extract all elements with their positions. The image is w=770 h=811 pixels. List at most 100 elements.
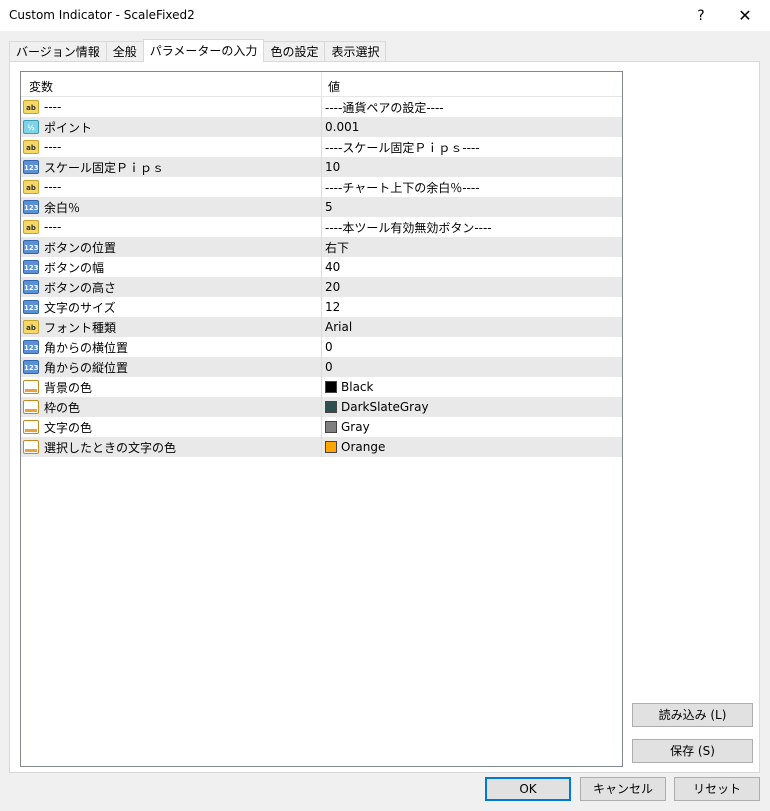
value-cell[interactable]: Orange [321,437,622,457]
variable-value: 0 [325,360,333,374]
table-row[interactable]: ab ---- ----スケール固定Ｐｉｐｓ---- [21,137,622,157]
variable-name: スケール固定Ｐｉｐｓ [44,160,165,175]
title-bar: Custom Indicator - ScaleFixed2 ? ✕ [0,0,770,32]
variable-cell[interactable]: 文字の色 [21,417,321,437]
integer-icon: 123 [23,360,39,374]
column-header-variable[interactable]: 変数 [29,78,53,95]
variable-cell[interactable]: ab フォント種類 [21,317,321,337]
variable-cell[interactable]: 背景の色 [21,377,321,397]
string-icon: ab [23,140,39,154]
table-row[interactable]: ab ---- ----チャート上下の余白％---- [21,177,622,197]
table-row[interactable]: ab ---- ----本ツール有効無効ボタン---- [21,217,622,237]
tab-visualization[interactable]: 表示選択 [324,41,387,62]
color-swatch [325,401,337,413]
tab-input-parameters[interactable]: パラメーターの入力 [142,39,265,62]
variable-name: ポイント [44,120,93,135]
value-cell[interactable]: 0 [321,337,622,357]
value-cell[interactable]: 0 [321,357,622,377]
variable-name: 角からの横位置 [44,340,129,355]
table-row[interactable]: 123 角からの縦位置 0 [21,357,622,377]
variable-value: 40 [325,260,341,274]
table-row[interactable]: 123 角からの横位置 0 [21,337,622,357]
variable-name: ボタンの位置 [44,240,117,255]
value-cell[interactable]: ----本ツール有効無効ボタン---- [321,217,622,237]
save-button[interactable]: 保存 (S) [632,739,753,763]
variable-cell[interactable]: 枠の色 [21,397,321,417]
value-cell[interactable]: 10 [321,157,622,177]
load-button[interactable]: 読み込み (L) [632,703,753,727]
variable-cell[interactable]: ab ---- [21,217,321,237]
variable-cell[interactable]: 123 角からの横位置 [21,337,321,357]
ok-button[interactable]: OK [485,777,571,801]
table-row[interactable]: 枠の色 DarkSlateGray [21,397,622,417]
column-divider[interactable] [321,72,322,96]
table-row[interactable]: ab ---- ----通貨ペアの設定---- [21,97,622,117]
grid-rows: ab ---- ----通貨ペアの設定---- ½ ポイント 0.001 ab ---- ---… [21,97,622,457]
cancel-button[interactable]: キャンセル [580,777,666,801]
table-row[interactable]: 文字の色 Gray [21,417,622,437]
value-cell[interactable]: 20 [321,277,622,297]
table-row[interactable]: ab フォント種類 Arial [21,317,622,337]
color-icon [23,440,39,454]
table-row[interactable]: 選択したときの文字の色 Orange [21,437,622,457]
color-swatch [325,441,337,453]
table-row[interactable]: 背景の色 Black [21,377,622,397]
variable-cell[interactable]: 123 ボタンの位置 [21,237,321,257]
variable-cell[interactable]: ab ---- [21,97,321,117]
variable-cell[interactable]: ab ---- [21,177,321,197]
variable-cell[interactable]: 選択したときの文字の色 [21,437,321,457]
tab-color-settings[interactable]: 色の設定 [263,41,326,62]
variable-value: 5 [325,200,333,214]
string-icon: ab [23,320,39,334]
integer-icon: 123 [23,160,39,174]
variable-name: 背景の色 [44,380,93,395]
table-row[interactable]: ½ ポイント 0.001 [21,117,622,137]
tab-version-info[interactable]: バージョン情報 [9,41,107,62]
value-cell[interactable]: ----チャート上下の余白％---- [321,177,622,197]
variable-cell[interactable]: 123 文字のサイズ [21,297,321,317]
value-cell[interactable]: 12 [321,297,622,317]
reset-button[interactable]: リセット [674,777,760,801]
variable-name: 選択したときの文字の色 [44,440,177,455]
table-row[interactable]: 123 ボタンの幅 40 [21,257,622,277]
color-icon [23,380,39,394]
help-icon[interactable]: ? [689,5,713,27]
variable-name: ---- [44,100,62,114]
value-cell[interactable]: 右下 [321,237,622,257]
variable-cell[interactable]: 123 余白％ [21,197,321,217]
table-row[interactable]: 123 スケール固定Ｐｉｐｓ 10 [21,157,622,177]
string-icon: ab [23,220,39,234]
close-icon[interactable]: ✕ [733,5,757,27]
value-cell[interactable]: 0.001 [321,117,622,137]
table-row[interactable]: 123 ボタンの高さ 20 [21,277,622,297]
grid-header: 変数 値 [21,72,622,97]
table-row[interactable]: 123 文字のサイズ 12 [21,297,622,317]
variable-name: ---- [44,180,62,194]
column-header-value[interactable]: 値 [328,78,340,95]
value-cell[interactable]: DarkSlateGray [321,397,622,417]
value-cell[interactable]: 40 [321,257,622,277]
variable-cell[interactable]: ab ---- [21,137,321,157]
variable-name: 文字のサイズ [44,300,116,315]
variable-cell[interactable]: 123 スケール固定Ｐｉｐｓ [21,157,321,177]
tab-general[interactable]: 全般 [105,41,144,62]
variable-value: ----通貨ペアの設定---- [325,100,444,115]
value-cell[interactable]: ----スケール固定Ｐｉｐｓ---- [321,137,622,157]
variable-cell[interactable]: 123 角からの縦位置 [21,357,321,377]
color-icon [23,400,39,414]
variable-value: Black [341,380,374,394]
value-cell[interactable]: Black [321,377,622,397]
variable-cell[interactable]: 123 ボタンの幅 [21,257,321,277]
variable-cell[interactable]: 123 ボタンの高さ [21,277,321,297]
value-cell[interactable]: ----通貨ペアの設定---- [321,97,622,117]
value-cell[interactable]: 5 [321,197,622,217]
variable-name: 文字の色 [44,420,93,435]
variable-value: 10 [325,160,341,174]
variable-value: Arial [325,320,353,334]
table-row[interactable]: 123 余白％ 5 [21,197,622,217]
integer-icon: 123 [23,240,39,254]
table-row[interactable]: 123 ボタンの位置 右下 [21,237,622,257]
value-cell[interactable]: Arial [321,317,622,337]
value-cell[interactable]: Gray [321,417,622,437]
variable-cell[interactable]: ½ ポイント [21,117,321,137]
